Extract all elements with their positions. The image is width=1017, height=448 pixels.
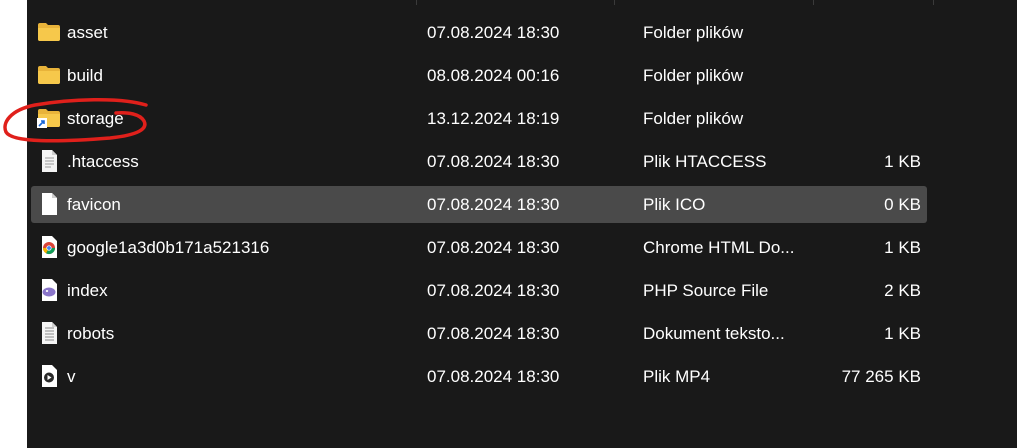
folder-icon xyxy=(37,64,61,86)
file-modified-date: 07.08.2024 18:30 xyxy=(427,238,560,257)
folder-shortcut-icon xyxy=(37,107,61,129)
file-type: PHP Source File xyxy=(643,281,769,300)
file-row[interactable]: v 07.08.2024 18:30 Plik MP4 77 265 KB xyxy=(31,358,927,395)
column-separator[interactable] xyxy=(614,0,615,5)
file-name: index xyxy=(67,281,108,300)
text-document-icon xyxy=(37,322,61,344)
file-row[interactable]: build 08.08.2024 00:16 Folder plików xyxy=(31,57,927,94)
file-modified-date: 07.08.2024 18:30 xyxy=(427,367,560,386)
video-file-icon xyxy=(37,365,61,387)
file-name: build xyxy=(67,66,103,85)
file-size: 2 KB xyxy=(884,281,921,300)
file-row[interactable]: storage 13.12.2024 18:19 Folder plików xyxy=(31,100,927,137)
file-name: google1a3d0b171a521316 xyxy=(67,238,270,257)
file-type: Dokument teksto... xyxy=(643,324,785,343)
column-separator[interactable] xyxy=(933,0,934,5)
file-type: Plik MP4 xyxy=(643,367,711,386)
file-modified-date: 07.08.2024 18:30 xyxy=(427,23,560,42)
file-name: robots xyxy=(67,324,115,343)
file-modified-date: 07.08.2024 18:30 xyxy=(427,281,560,300)
php-icon xyxy=(37,279,61,301)
file-modified-date: 13.12.2024 18:19 xyxy=(427,109,560,128)
file-row[interactable]: .htaccess 07.08.2024 18:30 Plik HTACCESS 1 … xyxy=(31,143,927,180)
file-size: 77 265 KB xyxy=(841,367,921,386)
file-modified-date: 07.08.2024 18:30 xyxy=(427,324,560,343)
file-type: Folder plików xyxy=(643,66,744,85)
text-file-icon xyxy=(37,150,61,172)
file-size: 0 KB xyxy=(884,195,921,214)
file-name: favicon xyxy=(67,195,121,214)
file-name: storage xyxy=(67,109,124,128)
file-size: 1 KB xyxy=(884,152,921,171)
file-row[interactable]: favicon 07.08.2024 18:30 Plik ICO 0 KB xyxy=(31,186,927,223)
file-type: Plik HTACCESS xyxy=(643,152,767,171)
file-row[interactable]: google1a3d0b171a521316 07.08.2024 18:30 Ch… xyxy=(31,229,927,266)
file-size: 1 KB xyxy=(884,324,921,343)
file-modified-date: 07.08.2024 18:30 xyxy=(427,152,560,171)
chrome-icon xyxy=(37,236,61,258)
file-modified-date: 08.08.2024 00:16 xyxy=(427,66,560,85)
navigation-pane-edge xyxy=(0,0,27,448)
file-type: Folder plików xyxy=(643,23,744,42)
column-separator[interactable] xyxy=(416,0,417,5)
file-name: .htaccess xyxy=(67,152,139,171)
file-name: v xyxy=(67,367,76,386)
file-row[interactable]: asset 07.08.2024 18:30 Folder plików xyxy=(31,14,927,51)
blank-file-icon xyxy=(37,193,61,215)
column-separator[interactable] xyxy=(813,0,814,5)
file-name: asset xyxy=(67,23,108,42)
file-type: Folder plików xyxy=(643,109,744,128)
file-row[interactable]: robots 07.08.2024 18:30 Dokument teksto...… xyxy=(31,315,927,352)
file-type: Chrome HTML Do... xyxy=(643,238,795,257)
file-size: 1 KB xyxy=(884,238,921,257)
folder-icon xyxy=(37,21,61,43)
file-type: Plik ICO xyxy=(643,195,706,214)
file-modified-date: 07.08.2024 18:30 xyxy=(427,195,560,214)
file-row[interactable]: index 07.08.2024 18:30 PHP Source File 2 KB xyxy=(31,272,927,309)
